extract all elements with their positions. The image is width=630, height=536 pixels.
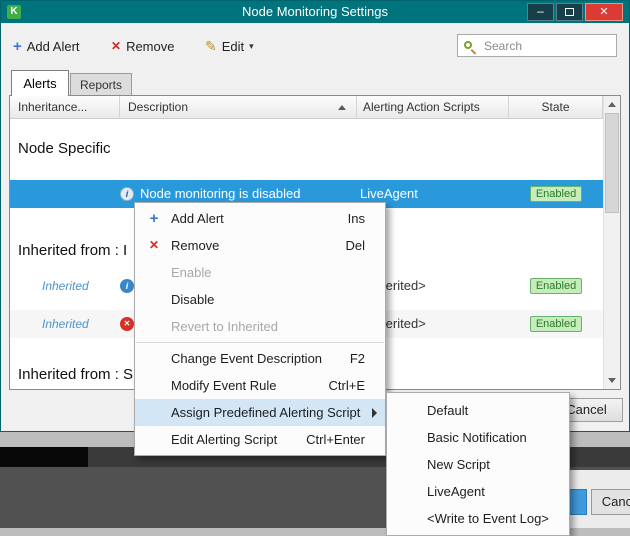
menu-item-label: Edit Alerting Script: [171, 432, 277, 447]
pencil-icon: ✎: [205, 38, 217, 55]
row-script: LiveAgent: [360, 186, 418, 201]
submenu-item-new-script[interactable]: New Script: [387, 451, 569, 478]
menu-separator: [136, 342, 384, 343]
group-header-inherited-2: Inherited from : S: [18, 366, 133, 383]
menu-item-label: Revert to Inherited: [171, 319, 278, 334]
remove-icon: ✕: [111, 39, 121, 53]
vertical-scrollbar[interactable]: [603, 96, 620, 389]
row-inheritance: Inherited: [42, 279, 89, 293]
search-box[interactable]: [457, 34, 617, 57]
column-header-inheritance[interactable]: Inheritance...: [10, 96, 120, 119]
search-input[interactable]: [482, 38, 610, 54]
column-header-description[interactable]: Description: [120, 96, 357, 119]
context-menu: + Add Alert Ins ✕ Remove Del Enable Disa…: [134, 202, 386, 456]
tab-reports[interactable]: Reports: [70, 73, 132, 96]
menu-item-shortcut: F2: [350, 345, 365, 372]
edit-label: Edit: [222, 39, 244, 54]
group-header-node-specific: Node Specific: [18, 140, 111, 157]
maximize-icon: [565, 8, 574, 16]
background-dialog-cancel-button[interactable]: Cancel: [591, 489, 630, 515]
submenu-item-liveagent[interactable]: LiveAgent: [387, 478, 569, 505]
error-icon: ✕: [120, 317, 134, 331]
remove-button[interactable]: ✕ Remove: [111, 35, 174, 57]
menu-item-label: Remove: [171, 238, 219, 253]
menu-item-disable[interactable]: Disable: [135, 286, 385, 313]
info-icon: i: [120, 279, 134, 293]
submenu-item-basic-notification[interactable]: Basic Notification: [387, 424, 569, 451]
menu-item-remove[interactable]: ✕ Remove Del: [135, 232, 385, 259]
menu-item-edit-alerting-script[interactable]: Edit Alerting Script Ctrl+Enter: [135, 426, 385, 453]
menu-item-revert-to-inherited[interactable]: Revert to Inherited: [135, 313, 385, 340]
menu-item-assign-predefined-alerting-script[interactable]: Assign Predefined Alerting Script: [135, 399, 385, 426]
arrow-up-icon: [608, 102, 616, 107]
menu-item-shortcut: Del: [345, 232, 365, 259]
minimize-button[interactable]: –: [527, 3, 554, 21]
close-button[interactable]: ✕: [585, 3, 623, 21]
plus-icon: +: [13, 39, 22, 54]
add-alert-label: Add Alert: [27, 39, 80, 54]
table-header: Inheritance... Description Alerting Acti…: [10, 96, 603, 119]
remove-label: Remove: [126, 39, 174, 54]
menu-item-shortcut: Ctrl+Enter: [306, 426, 365, 453]
arrow-down-icon: [608, 378, 616, 383]
maximize-button[interactable]: [556, 3, 583, 21]
scroll-up-button[interactable]: [604, 96, 620, 113]
menu-item-label: Enable: [171, 265, 211, 280]
scrollbar-thumb[interactable]: [605, 113, 619, 213]
edit-dropdown-button[interactable]: ✎ Edit ▾: [205, 35, 254, 57]
menu-item-modify-event-rule[interactable]: Modify Event Rule Ctrl+E: [135, 372, 385, 399]
menu-item-label: Disable: [171, 292, 214, 307]
menu-item-shortcut: Ins: [348, 205, 365, 232]
menu-item-label: Add Alert: [171, 211, 224, 226]
alerting-script-submenu: Default Basic Notification New Script Li…: [386, 392, 570, 536]
menu-item-add-alert[interactable]: + Add Alert Ins: [135, 205, 385, 232]
submenu-arrow-icon: [372, 408, 377, 418]
tab-alerts[interactable]: Alerts: [11, 70, 69, 96]
menu-item-shortcut: Ctrl+E: [329, 372, 365, 399]
status-badge: Enabled: [530, 316, 582, 332]
column-header-label: Description: [128, 100, 188, 114]
menu-item-label: Change Event Description: [171, 351, 322, 366]
menu-item-label: Assign Predefined Alerting Script: [171, 405, 360, 420]
titlebar: K Node Monitoring Settings – ✕: [1, 1, 629, 23]
menu-item-enable[interactable]: Enable: [135, 259, 385, 286]
column-header-scripts[interactable]: Alerting Action Scripts: [357, 96, 509, 119]
menu-item-label: Modify Event Rule: [171, 378, 277, 393]
group-header-inherited-1: Inherited from : I: [18, 242, 127, 259]
status-badge: Enabled: [530, 186, 582, 202]
submenu-item-default[interactable]: Default: [387, 397, 569, 424]
status-badge: Enabled: [530, 278, 582, 294]
scroll-down-button[interactable]: [604, 372, 620, 389]
sort-ascending-icon: [338, 105, 346, 110]
menu-item-change-event-description[interactable]: Change Event Description F2: [135, 345, 385, 372]
add-alert-button[interactable]: + Add Alert: [13, 35, 80, 57]
search-icon: [464, 40, 476, 52]
remove-icon: ✕: [145, 232, 163, 259]
column-header-state[interactable]: State: [509, 96, 603, 119]
plus-icon: +: [145, 205, 163, 232]
info-icon: i: [120, 187, 134, 201]
chevron-down-icon: ▾: [249, 41, 254, 52]
row-inheritance: Inherited: [42, 317, 89, 331]
row-description: Node monitoring is disabled: [140, 186, 300, 201]
